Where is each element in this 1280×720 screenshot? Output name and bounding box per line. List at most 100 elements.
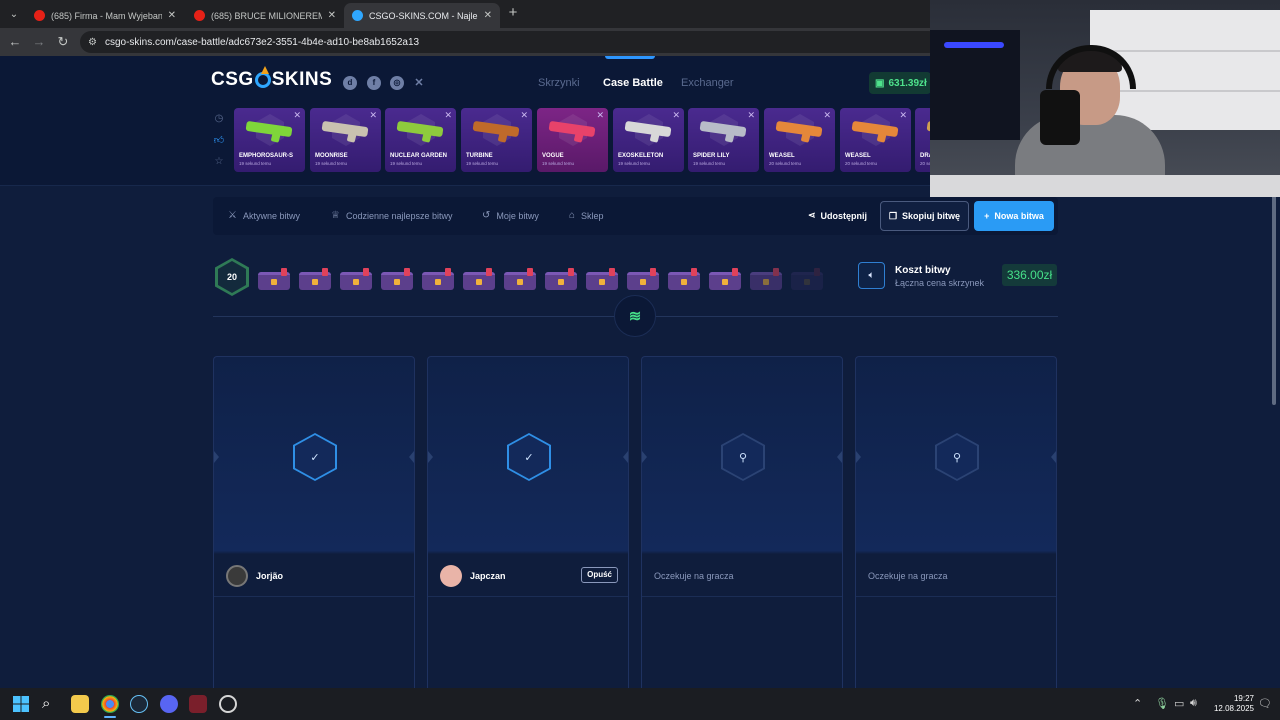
instagram-icon[interactable]: ◎ [390,76,404,90]
taskbar-active-indicator [104,716,116,718]
nav-exchanger[interactable]: Exchanger [681,77,734,89]
case-icon[interactable] [340,268,372,290]
live-drop-card[interactable]: ✕ WEASEL 20 sekund temu [840,108,911,172]
facebook-icon[interactable]: f [367,76,381,90]
site-info-icon[interactable]: ⚙ [88,37,97,48]
avatar[interactable] [440,564,462,587]
browser-tab-2[interactable]: (685) BRUCE MILIONEREM? Pł ✕ [186,3,344,28]
address-bar[interactable]: ⚙ csgo-skins.com/case-battle/adc673e2-35… [80,31,940,53]
obs-icon[interactable] [219,695,237,713]
share-button[interactable]: ⋖ Udostępnij [808,210,867,221]
close-tab-icon[interactable]: ✕ [484,10,492,21]
clock-icon[interactable]: ◷ [213,113,225,125]
live-drop-card[interactable]: ✕ VOGUE 19 sekund temu [537,108,608,172]
case-icon[interactable] [422,268,454,290]
live-drop-card[interactable]: ✕ NUCLEAR GARDEN 19 sekund temu [385,108,456,172]
battle-cost-subtitle: Łączna cena skrzynek [895,278,985,288]
chrome-icon[interactable] [101,695,119,713]
live-drop-card[interactable]: ✕ MOONRISE 19 sekund temu [310,108,381,172]
scrollbar-thumb[interactable] [1272,170,1276,405]
slot-arrow-left [856,451,861,463]
nav-skrzynki[interactable]: Skrzynki [538,77,580,89]
windows-start-icon[interactable] [12,695,30,713]
close-icon[interactable]: ✕ [293,110,301,121]
x-icon[interactable]: ✕ [412,76,426,90]
close-icon[interactable]: ✕ [747,110,755,121]
steam-icon[interactable] [130,695,148,713]
copy-battle-button[interactable]: ❐ Skopiuj bitwę [880,201,969,231]
subnav-my-battles[interactable]: ↺ Moje bitwy [482,210,539,221]
new-tab-icon[interactable]: + [505,5,521,21]
live-drop-card[interactable]: ✕ TURBINE 19 sekund temu [461,108,532,172]
close-icon[interactable]: ✕ [444,110,452,121]
case-icon[interactable] [791,268,823,290]
taskbar-clock[interactable]: 19:27 12.08.2025 [1208,694,1254,714]
browser-tab-3[interactable]: CSGO-SKINS.COM - Najlepsze ✕ [344,3,500,28]
weapon-grip [346,129,358,143]
site-logo[interactable]: CSG SKINS [211,66,332,91]
site-favicon-icon [352,10,363,21]
slot-player-row: Japczan Opuść [428,555,628,597]
close-tab-icon[interactable]: ✕ [328,10,336,21]
close-icon[interactable]: ✕ [672,110,680,121]
live-drop-card[interactable]: ✕ EMPHOROSAUR-S 19 sekund temu [234,108,305,172]
thumbs-up-icon[interactable]: 👍︎ [213,135,225,147]
case-icon[interactable] [381,268,413,290]
case-icon[interactable] [750,268,782,290]
case-icon[interactable] [504,268,536,290]
case-icon[interactable] [299,268,331,290]
close-tab-icon[interactable]: ✕ [168,10,176,21]
game-app-icon[interactable] [189,695,207,713]
live-drop-card[interactable]: ✕ SPIDER LILY 19 sekund temu [688,108,759,172]
case-icon[interactable] [627,268,659,290]
forward-icon[interactable]: → [30,33,48,51]
case-lock [763,279,769,285]
microphone-icon[interactable]: 🎙︎ [1155,697,1169,710]
leave-button[interactable]: Opuść [581,567,618,583]
case-icon[interactable] [668,268,700,290]
live-drop-card[interactable]: ✕ EXOSKELETON 19 sekund temu [613,108,684,172]
discord-taskbar-icon[interactable] [160,695,178,713]
discord-icon[interactable]: d [343,76,357,90]
tray-chevron-icon[interactable]: ⌃ [1133,697,1142,710]
new-battle-button[interactable]: + Nowa bitwa [974,201,1054,231]
case-lock [640,279,646,285]
close-icon[interactable]: ✕ [596,110,604,121]
case-tag [486,268,492,276]
back-icon[interactable]: ← [6,33,24,51]
notifications-icon[interactable]: 🗨︎ [1258,697,1272,710]
player-name[interactable]: Jorjão [256,571,283,581]
network-icon[interactable]: ▭ [1174,697,1184,710]
close-icon[interactable]: ✕ [899,110,907,121]
file-explorer-icon[interactable] [71,695,89,713]
drop-time: 19 sekund temu [618,161,651,166]
close-icon[interactable]: ✕ [823,110,831,121]
subnav-daily-best[interactable]: ♕ Codzienne najlepsze bitwy [331,210,453,221]
wallet-balance[interactable]: ▣ 631.39zł [869,72,931,94]
sound-toggle-button[interactable]: 🔈︎ [858,262,885,289]
player-slot-1: ✓ Jorjão [213,356,415,691]
case-icon[interactable] [545,268,577,290]
live-drop-card[interactable]: ✕ WEASEL 20 sekund temu [764,108,835,172]
close-icon[interactable]: ✕ [520,110,528,121]
nav-case-battle[interactable]: Case Battle [603,77,663,89]
subnav-shop[interactable]: ⌂ Sklep [569,210,604,221]
player-name[interactable]: Japczan [470,571,506,581]
subnav-active-battles[interactable]: ⚔ Aktywne bitwy [228,210,300,221]
case-tag [773,268,779,276]
case-icon[interactable] [709,268,741,290]
case-icon[interactable] [258,268,290,290]
browser-tab-1[interactable]: (685) Firma - Mam Wyjebane f ✕ [26,3,184,28]
player-slot-4: ⚲ Oczekuje na gracza [855,356,1057,691]
reload-icon[interactable]: ↻ [54,33,72,51]
tab-list-chevron-icon[interactable]: ⌄ [4,4,24,24]
case-icon[interactable] [586,268,618,290]
star-icon[interactable]: ☆ [213,156,225,168]
avatar[interactable] [226,564,248,587]
volume-icon[interactable]: 🔊︎ [1190,697,1197,710]
case-lock [394,279,400,285]
case-icon[interactable] [463,268,495,290]
close-icon[interactable]: ✕ [369,110,377,121]
search-icon[interactable]: ⌕ [42,695,60,713]
slot-player-row: Oczekuje na gracza [856,555,1056,597]
